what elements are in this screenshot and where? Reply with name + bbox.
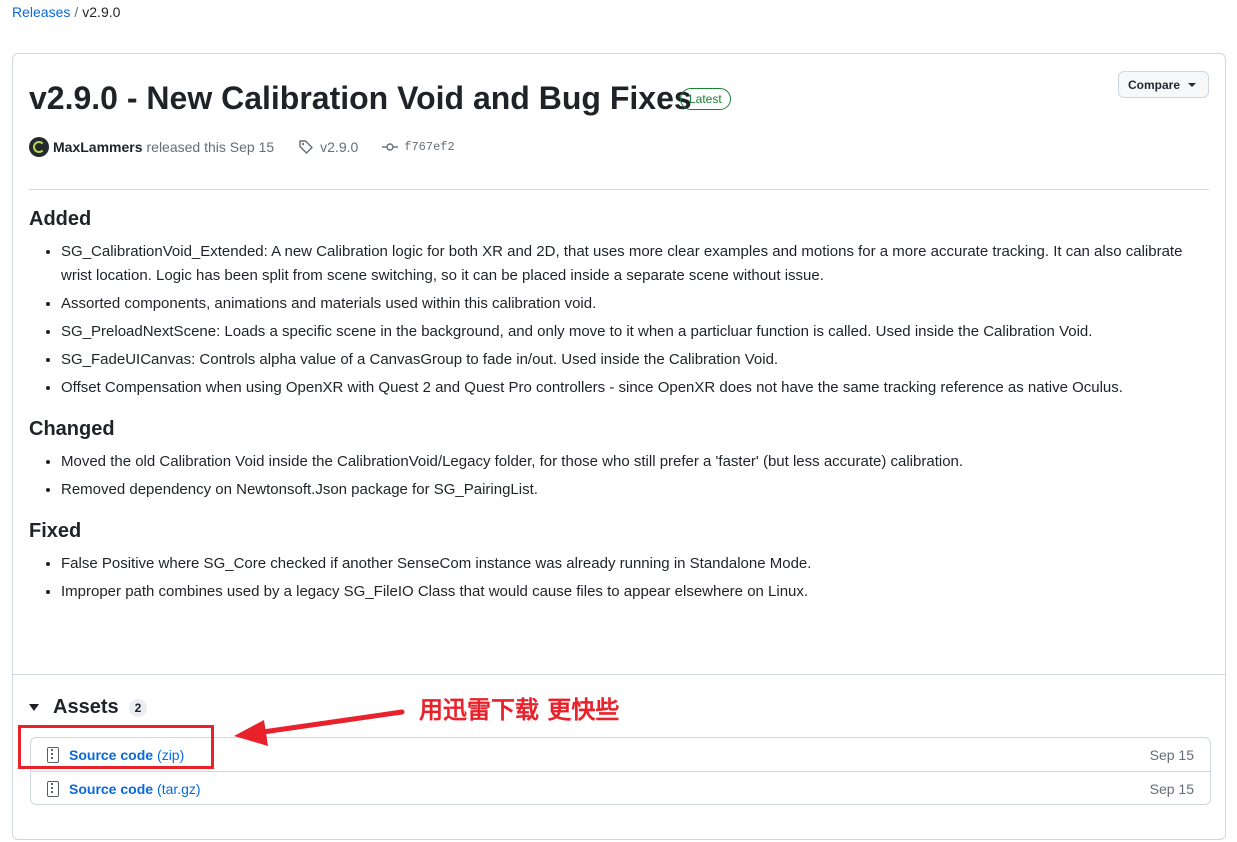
chevron-down-icon (1188, 82, 1196, 87)
added-heading: Added (29, 208, 92, 230)
breadcrumb: Releases / v2.9.0 (12, 3, 120, 21)
author-link[interactable]: MaxLammers (53, 139, 143, 155)
avatar[interactable] (29, 137, 49, 157)
fixed-list: False Positive where SG_Core checked if … (29, 552, 1209, 604)
asset-row-targz: Source code (tar.gz) Sep 15 (31, 771, 1210, 805)
annotation-text: 用迅雷下载 更快些 (419, 696, 620, 724)
triangle-down-icon (29, 704, 39, 711)
list-item: SG_FadeUICanvas: Controls alpha value of… (61, 348, 1209, 372)
list-item: Offset Compensation when using OpenXR wi… (61, 376, 1209, 400)
changed-list: Moved the old Calibration Void inside th… (29, 450, 1209, 502)
added-list: SG_CalibrationVoid_Extended: A new Calib… (29, 240, 1209, 400)
breadcrumb-releases-link[interactable]: Releases (12, 4, 70, 20)
compare-label: Compare (1127, 77, 1180, 92)
list-item: Moved the old Calibration Void inside th… (61, 450, 1209, 474)
list-item: Assorted components, animations and mate… (61, 292, 1209, 316)
commit-link[interactable]: f767ef2 (382, 139, 455, 155)
list-item: Improper path combines used by a legacy … (61, 580, 1209, 604)
divider (13, 674, 1225, 675)
latest-badge: Latest (680, 88, 731, 110)
breadcrumb-current: v2.9.0 (82, 4, 121, 20)
assets-count-badge: 2 (128, 698, 148, 717)
assets-title: Assets (53, 696, 119, 718)
release-title[interactable]: v2.9.0 - New Calibration Void and Bug Fi… (29, 78, 692, 118)
fixed-heading: Fixed (29, 520, 82, 542)
compare-button[interactable]: Compare (1117, 71, 1209, 98)
list-item: Removed dependency on Newtonsoft.Json pa… (61, 478, 1209, 502)
asset-ext: (tar.gz) (157, 780, 201, 797)
asset-date: Sep 15 (1149, 746, 1194, 763)
list-item: SG_PreloadNextScene: Loads a specific sc… (61, 320, 1209, 344)
breadcrumb-separator: / (74, 4, 79, 20)
changed-heading: Changed (29, 418, 115, 440)
release-notes: Added SG_CalibrationVoid_Extended: A new… (29, 204, 1209, 608)
asset-name: Source code (69, 780, 154, 797)
tag-link[interactable]: v2.9.0 (298, 139, 358, 155)
tag-icon (299, 140, 313, 154)
annotation-arrow-icon (234, 709, 405, 746)
release-meta: MaxLammers released this Sep 15 v2.9.0 f… (29, 136, 455, 158)
file-zip-icon (47, 780, 59, 797)
released-text: released this Sep 15 (146, 139, 275, 155)
assets-toggle[interactable]: Assets 2 (29, 696, 148, 719)
annotation-highlight-box (18, 725, 214, 769)
list-item: False Positive where SG_Core checked if … (61, 552, 1209, 576)
commit-hash: f767ef2 (404, 140, 455, 154)
asset-date: Sep 15 (1149, 780, 1194, 797)
tag-label: v2.9.0 (320, 139, 359, 155)
commit-icon (382, 143, 399, 151)
asset-link-targz[interactable]: Source code (tar.gz) (69, 781, 201, 797)
divider (29, 189, 1209, 190)
list-item: SG_CalibrationVoid_Extended: A new Calib… (61, 240, 1209, 288)
